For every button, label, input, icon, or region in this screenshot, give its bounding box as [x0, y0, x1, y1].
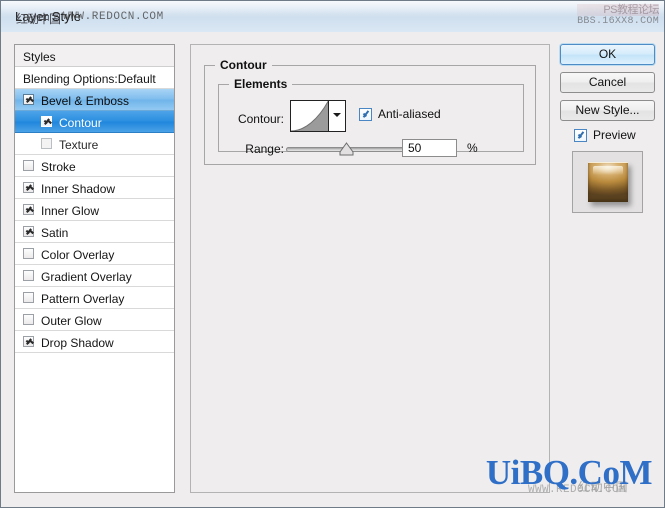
sidebar-item-label: Bevel & Emboss: [41, 93, 130, 108]
dialog-body: Styles Blending Options:Default Bevel & …: [1, 32, 664, 507]
title-bar[interactable]: Layer Style 红动中国 WWW.REDOCN.COM PS教程论坛 B…: [1, 1, 664, 33]
contour-group: Contour Elements Contour: Anti-aliased R…: [204, 58, 536, 165]
anti-aliased-label: Anti-aliased: [378, 107, 441, 121]
preview-label: Preview: [593, 128, 636, 142]
anti-aliased-checkbox[interactable]: Anti-aliased: [359, 107, 441, 121]
sidebar-item-blending-options[interactable]: Blending Options:Default: [15, 67, 174, 89]
sidebar-item-satin[interactable]: Satin: [15, 221, 174, 243]
sidebar-item-label: Outer Glow: [41, 313, 102, 328]
watermark-title-cn: 红动中国: [16, 12, 61, 26]
checkbox-icon[interactable]: [574, 128, 587, 142]
range-field-label: Range:: [245, 142, 284, 156]
checkbox-icon[interactable]: [23, 292, 34, 304]
sidebar-item-inner-glow[interactable]: Inner Glow: [15, 199, 174, 221]
styles-list-empty-space: [15, 353, 174, 492]
sidebar-item-label: Contour: [59, 115, 102, 130]
preview-checkbox[interactable]: Preview: [560, 128, 655, 142]
style-preview-thumbnail: [572, 151, 643, 213]
sidebar-item-label: Inner Shadow: [41, 181, 116, 196]
sidebar-item-label: Color Overlay: [41, 247, 115, 262]
contour-preset-picker[interactable]: [290, 100, 346, 132]
sidebar-item-label: Texture: [59, 137, 99, 152]
sidebar-item-contour[interactable]: Contour: [15, 111, 174, 133]
range-unit-label: %: [467, 141, 478, 155]
checkbox-icon[interactable]: [23, 270, 34, 282]
new-style-button[interactable]: New Style...: [560, 100, 655, 121]
sidebar-item-drop-shadow[interactable]: Drop Shadow: [15, 331, 174, 353]
contour-curve-preview: [291, 101, 329, 131]
styles-list-header: Styles: [15, 45, 174, 67]
preview-swatch: [588, 162, 628, 202]
checkbox-icon[interactable]: [23, 314, 34, 326]
ok-button[interactable]: OK: [560, 44, 655, 65]
watermark-top-right-line2: BBS.16XX8.COM: [577, 16, 659, 27]
checkbox-icon[interactable]: [23, 160, 34, 172]
checkbox-icon[interactable]: [23, 94, 34, 106]
checkbox-icon[interactable]: [23, 204, 34, 216]
contour-group-title: Contour: [215, 58, 272, 72]
sidebar-item-inner-shadow[interactable]: Inner Shadow: [15, 177, 174, 199]
sidebar-item-label: Gradient Overlay: [41, 269, 132, 284]
watermark-title-url: WWW.REDOCN.COM: [63, 11, 164, 23]
contour-options-pane: Contour Elements Contour: Anti-aliased R…: [190, 44, 550, 493]
sidebar-item-gradient-overlay[interactable]: Gradient Overlay: [15, 265, 174, 287]
checkbox-icon[interactable]: [23, 182, 34, 194]
sidebar-item-label: Drop Shadow: [41, 335, 114, 350]
styles-header-label: Styles: [23, 49, 56, 64]
sidebar-item-color-overlay[interactable]: Color Overlay: [15, 243, 174, 265]
sidebar-item-label: Stroke: [41, 159, 76, 174]
styles-list-panel: Styles Blending Options:Default Bevel & …: [14, 44, 175, 493]
sidebar-item-label: Pattern Overlay: [41, 291, 125, 306]
styles-list-items: Bevel & Emboss Contour Texture Stroke Inner …: [15, 89, 174, 353]
checkbox-icon[interactable]: [41, 138, 52, 150]
checkbox-icon[interactable]: [23, 336, 34, 348]
checkbox-icon[interactable]: [41, 116, 52, 128]
cancel-button[interactable]: Cancel: [560, 72, 655, 93]
sidebar-item-bevel-emboss[interactable]: Bevel & Emboss: [15, 89, 174, 111]
sidebar-item-outer-glow[interactable]: Outer Glow: [15, 309, 174, 331]
layer-style-dialog: Layer Style 红动中国 WWW.REDOCN.COM PS教程论坛 B…: [0, 0, 665, 508]
sidebar-item-pattern-overlay[interactable]: Pattern Overlay: [15, 287, 174, 309]
watermark-top-right: PS教程论坛 BBS.16XX8.COM: [577, 4, 659, 28]
range-slider-thumb[interactable]: [339, 142, 354, 156]
sidebar-item-label: Satin: [41, 225, 69, 240]
watermark-top-right-line1: PS教程论坛: [577, 4, 659, 16]
contour-field-label: Contour:: [237, 112, 284, 126]
blending-options-label: Blending Options:Default: [23, 71, 156, 86]
sidebar-item-stroke[interactable]: Stroke: [15, 155, 174, 177]
checkbox-icon[interactable]: [23, 248, 34, 260]
elements-group-title: Elements: [229, 77, 293, 91]
range-value-input[interactable]: 50: [402, 139, 457, 157]
sidebar-item-texture[interactable]: Texture: [15, 133, 174, 155]
button-column: OK Cancel New Style... Preview: [560, 44, 655, 493]
checkbox-icon[interactable]: [23, 226, 34, 238]
checkbox-icon[interactable]: [359, 107, 372, 121]
elements-group: Elements Contour: Anti-aliased Range: 50…: [218, 77, 524, 157]
sidebar-item-label: Inner Glow: [41, 203, 100, 218]
chevron-down-icon[interactable]: [328, 101, 345, 131]
